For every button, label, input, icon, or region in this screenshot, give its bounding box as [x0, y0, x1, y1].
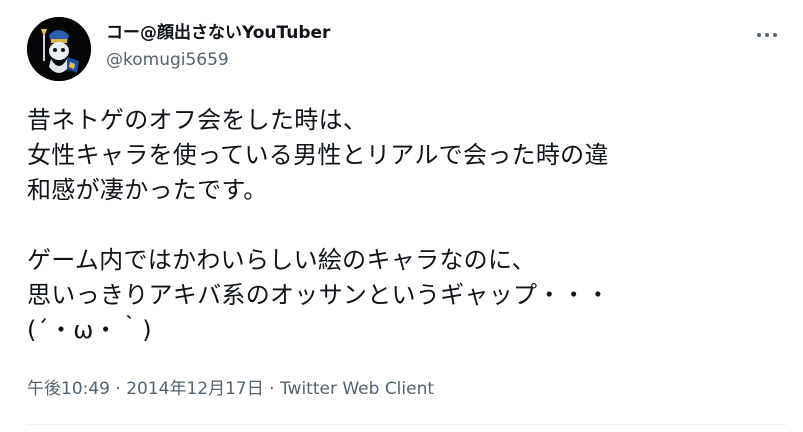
display-name[interactable]: コー@顔出さないYouTuber — [106, 21, 330, 45]
more-options-button[interactable] — [752, 22, 782, 48]
meta-separator: · — [115, 379, 121, 399]
avatar-character-icon — [27, 17, 91, 81]
divider — [27, 424, 787, 425]
more-horizontal-icon — [757, 33, 777, 37]
tweet-client[interactable]: Twitter Web Client — [280, 379, 434, 399]
user-handle[interactable]: @komugi5659 — [106, 48, 330, 72]
user-info: コー@顔出さないYouTuber @komugi5659 — [106, 21, 330, 72]
tweet-time[interactable]: 午後10:49 — [27, 379, 110, 399]
tweet-date[interactable]: 2014年12月17日 — [126, 379, 264, 399]
avatar[interactable] — [27, 17, 91, 81]
meta-separator: · — [269, 379, 275, 399]
tweet-card: コー@顔出さないYouTuber @komugi5659 昔ネトゲのオフ会をした… — [0, 0, 803, 432]
tweet-metadata: 午後10:49 · 2014年12月17日 · Twitter Web Clie… — [27, 377, 434, 401]
tweet-text: 昔ネトゲのオフ会をした時は、 女性キャラを使っている男性とリアルで会った時の違 … — [27, 106, 611, 344]
